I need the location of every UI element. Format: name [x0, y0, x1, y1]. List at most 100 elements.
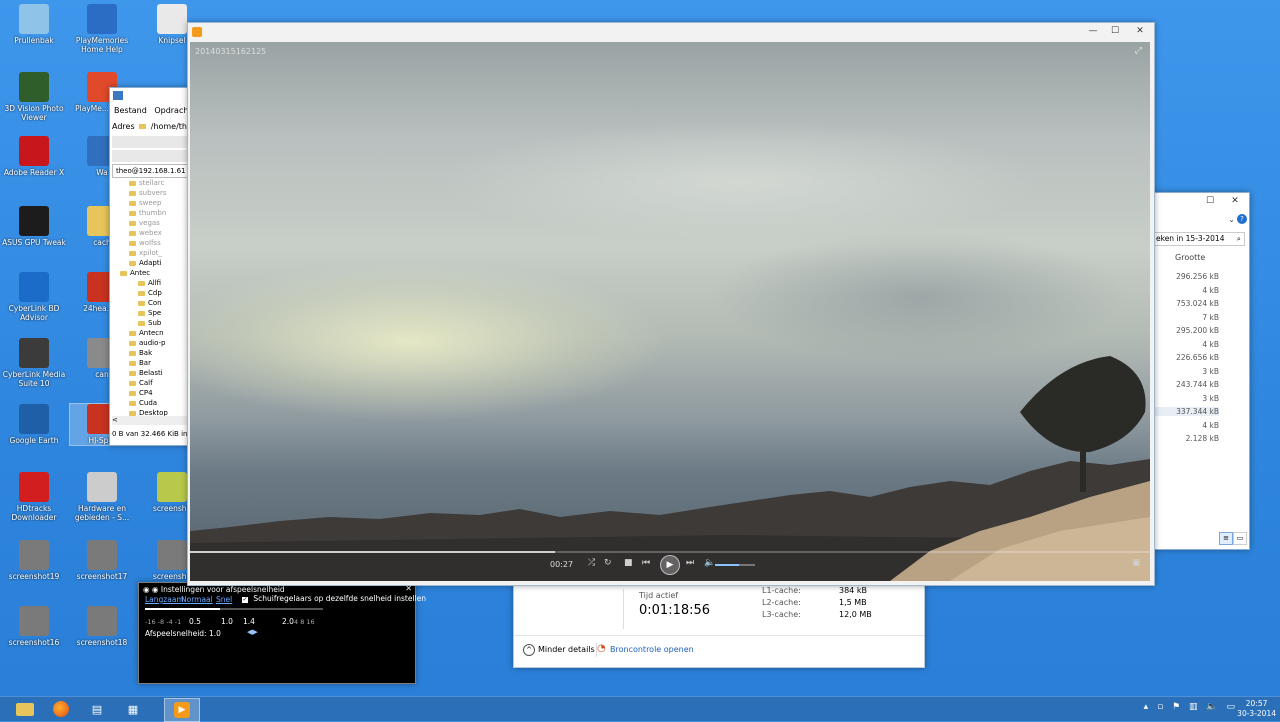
shuffle-icon[interactable]: ⤮	[588, 558, 595, 568]
clock[interactable]: 20:57 30-3-2014	[1237, 699, 1276, 719]
file-size-cell[interactable]: 7 kB	[1153, 313, 1219, 322]
flag-icon[interactable]: ⚑	[1172, 702, 1180, 712]
speed-slider[interactable]	[145, 608, 323, 610]
speed-link-normal[interactable]: Normaal	[181, 595, 213, 604]
file-size-cell[interactable]: 296.256 kB	[1153, 272, 1219, 281]
file-size-cell[interactable]: 2.128 kB	[1153, 434, 1219, 443]
tiles-view-icon[interactable]: ▭	[1233, 532, 1247, 545]
file-size-cell[interactable]: 226.656 kB	[1153, 353, 1219, 362]
desktop-icon[interactable]: CyberLink BD Advisor	[2, 272, 66, 322]
speaker-icon[interactable]: 🔈	[1206, 702, 1217, 712]
chevron-down-icon[interactable]: ⌄	[1228, 215, 1235, 224]
tree-node[interactable]: wolfss	[112, 238, 188, 248]
speed-link-fast[interactable]: Snel	[216, 595, 232, 604]
tree-node[interactable]: Spe	[112, 308, 188, 318]
video-area[interactable]: 20140315162125 ⤢ 00:27 ⤮ ↻ ■ ⏮ ▶ ⏭ 🔈 ▣	[190, 42, 1150, 581]
chevron-up-icon[interactable]: ^	[523, 644, 535, 656]
file-size-cell[interactable]: 4 kB	[1153, 286, 1219, 295]
toolbar-nav[interactable]	[112, 136, 196, 148]
tree-node[interactable]: sweep	[112, 198, 188, 208]
volume-icon[interactable]: 🔈	[704, 558, 715, 568]
address-bar[interactable]: Adres /home/theo	[112, 122, 197, 131]
playback-speed-dialog[interactable]: ◉ ◉ Instellingen voor afspeelsnelheid ✕ …	[138, 582, 426, 684]
horizontal-scrollbar[interactable]: <	[112, 416, 192, 425]
menu-item-bestand[interactable]: Bestand	[114, 106, 147, 115]
details-view-icon[interactable]: ≡	[1219, 532, 1233, 545]
close-icon[interactable]: ✕	[1221, 193, 1249, 209]
help-icon[interactable]: ?	[1237, 214, 1247, 224]
play-icon[interactable]: ▶	[660, 555, 680, 575]
file-size-cell[interactable]: 243.744 kB	[1153, 380, 1219, 389]
file-size-cell[interactable]: 295.200 kB	[1153, 326, 1219, 335]
task-manager-taskbar-icon[interactable]: ▦	[116, 698, 150, 720]
tree-node[interactable]: Sub	[112, 318, 188, 328]
step-arrows-icon[interactable]: ◀▶	[247, 628, 258, 636]
file-size-cell[interactable]: 753.024 kB	[1153, 299, 1219, 308]
media-player-taskbar-icon[interactable]: ▶	[164, 698, 200, 722]
tree-node[interactable]: Bak	[112, 348, 188, 358]
tree-node[interactable]: subvers	[112, 188, 188, 198]
desktop-icon[interactable]: Prullenbak	[2, 4, 66, 45]
tree-node[interactable]: Con	[112, 298, 188, 308]
volume-slider[interactable]	[715, 564, 755, 566]
desktop-icon[interactable]: 3D Vision Photo Viewer	[2, 72, 66, 122]
minimize-icon[interactable]: —	[1082, 23, 1104, 39]
tree-node[interactable]: Cuda	[112, 398, 188, 408]
tree-node[interactable]: Bar	[112, 358, 188, 368]
tree-node[interactable]: Adapti	[112, 258, 188, 268]
same-speed-checkbox[interactable]: ✓ Schuifregelaars op dezelfde snelheid i…	[242, 594, 426, 603]
desktop-icon[interactable]: Hardware en gebieden - S...	[70, 472, 134, 522]
network-icon[interactable]: ▥	[1189, 702, 1198, 712]
toolbar-actions[interactable]	[112, 150, 196, 162]
fewer-details-button[interactable]: Minder details	[538, 645, 595, 654]
speed-link-slow[interactable]: Langzaam	[145, 595, 184, 604]
seek-bar[interactable]	[190, 551, 1150, 553]
desktop-icon[interactable]: HDtracks Downloader	[2, 472, 66, 522]
tree-node[interactable]: xpilot_	[112, 248, 188, 258]
fullscreen-icon[interactable]: ⤢	[1135, 46, 1142, 56]
tree-node[interactable]: stellarc	[112, 178, 188, 188]
session-tab[interactable]: theo@192.168.1.61	[112, 164, 195, 178]
title-bar[interactable]: — ☐ ✕	[188, 23, 1154, 41]
desktop-icon[interactable]: screenshot19	[2, 540, 66, 581]
tree-node[interactable]: Antecn	[112, 328, 188, 338]
keyboard-icon[interactable]: ▭	[1226, 702, 1235, 712]
column-header-size[interactable]: Grootte	[1175, 253, 1205, 262]
file-size-cell[interactable]: 3 kB	[1153, 394, 1219, 403]
network-taskbar-icon[interactable]: ▤	[80, 698, 114, 720]
next-icon[interactable]: ⏭	[686, 558, 694, 568]
file-explorer-taskbar-icon[interactable]	[8, 698, 42, 720]
tree-node[interactable]: thumbn	[112, 208, 188, 218]
desktop-icon[interactable]: CyberLink Media Suite 10	[2, 338, 66, 388]
desktop-icon[interactable]: Adobe Reader X	[2, 136, 66, 177]
desktop-icon[interactable]: PlayMemories Home Help	[70, 4, 134, 54]
firefox-taskbar-icon[interactable]	[44, 698, 78, 720]
tree-node[interactable]: CP4	[112, 388, 188, 398]
tree-node[interactable]: Calf	[112, 378, 188, 388]
desktop-icon[interactable]: Google Earth	[2, 404, 66, 445]
tray-app-icon[interactable]: ▫	[1157, 702, 1163, 712]
folder-tree[interactable]: stellarc subvers sweep thumbn vegas webex wolf…	[112, 178, 188, 418]
desktop-icon[interactable]: screenshot17	[70, 540, 134, 581]
search-input[interactable]: eken in 15-3-2014 ⌕	[1153, 232, 1245, 246]
tree-node[interactable]: Allfi	[112, 278, 188, 288]
tree-node[interactable]: Cdp	[112, 288, 188, 298]
tree-node[interactable]: webex	[112, 228, 188, 238]
explorer-window[interactable]: ☐ ✕ ⌄ ? eken in 15-3-2014 ⌕ Grootte 296.…	[1150, 192, 1250, 550]
tree-node[interactable]: vegas	[112, 218, 188, 228]
desktop-icon[interactable]: ASUS GPU Tweak	[2, 206, 66, 247]
open-resource-monitor-link[interactable]: Broncontrole openen	[610, 645, 694, 654]
previous-icon[interactable]: ⏮	[642, 558, 650, 568]
maximize-icon[interactable]: ☐	[1199, 193, 1221, 209]
switch-to-library-icon[interactable]: ▣	[1132, 558, 1141, 568]
checkbox-icon[interactable]: ✓	[242, 597, 248, 603]
stop-icon[interactable]: ■	[624, 558, 633, 568]
tree-node[interactable]: Belasti	[112, 368, 188, 378]
file-size-cell[interactable]: 4 kB	[1153, 421, 1219, 430]
desktop-icon[interactable]: screenshot16	[2, 606, 66, 647]
media-player-window[interactable]: — ☐ ✕ 20140315162125 ⤢ 00:27 ⤮ ↻ ■ ⏮ ▶ ⏭…	[187, 22, 1155, 586]
desktop-icon[interactable]: screenshot18	[70, 606, 134, 647]
task-manager-window[interactable]: Tijd actief 0:01:18:56 L1-cache: 384 kB …	[513, 582, 925, 668]
show-hidden-icons-icon[interactable]: ▴	[1144, 702, 1149, 712]
maximize-icon[interactable]: ☐	[1104, 23, 1126, 39]
